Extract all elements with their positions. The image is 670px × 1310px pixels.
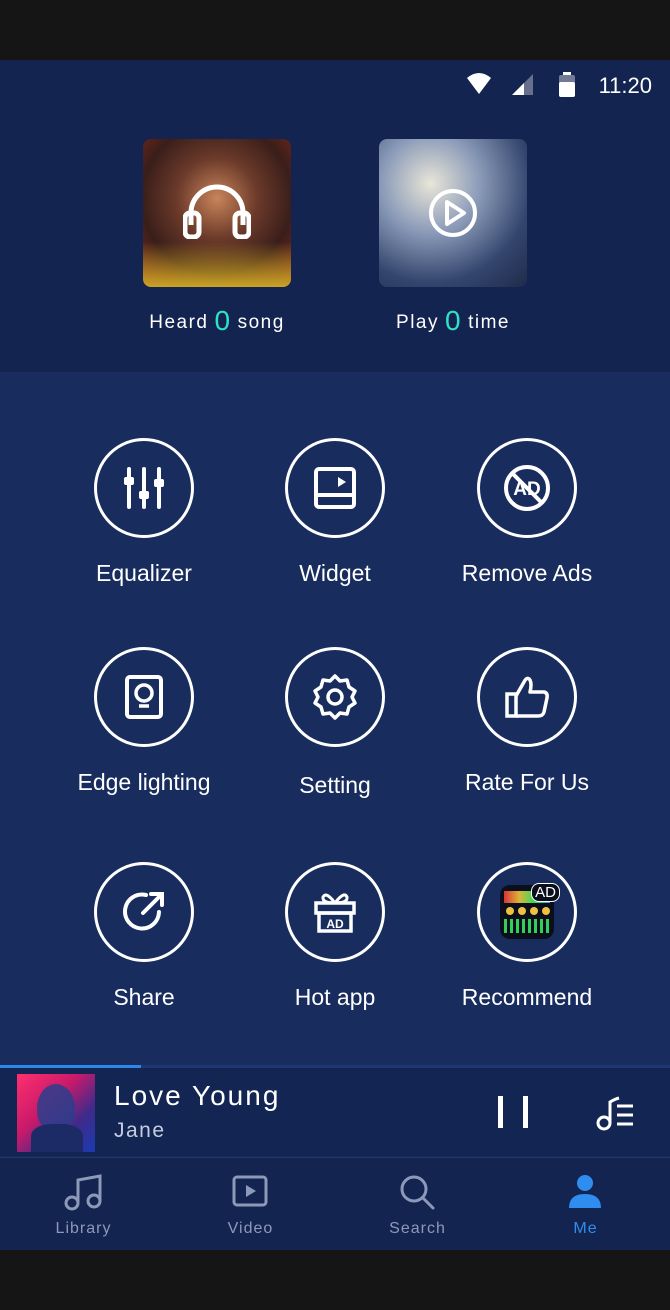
menu-item-rate-for-us[interactable]: Rate For Us bbox=[417, 647, 637, 796]
menu-label-rate-for-us: Rate For Us bbox=[465, 769, 589, 795]
play-thumbnail[interactable] bbox=[379, 139, 527, 287]
menu-item-widget[interactable]: Widget bbox=[225, 438, 445, 587]
status-time: 11:20 bbox=[598, 73, 652, 98]
pause-button[interactable] bbox=[496, 1094, 536, 1130]
lightbulb-icon[interactable] bbox=[94, 647, 194, 747]
tab-search[interactable]: Search bbox=[334, 1158, 501, 1250]
thumbs-up-icon[interactable] bbox=[477, 647, 577, 747]
menu-label-recommend: Recommend bbox=[461, 984, 593, 1010]
tab-label-me: Me bbox=[573, 1220, 598, 1237]
search-icon bbox=[400, 1175, 435, 1210]
status-bar: 11:20 bbox=[0, 60, 670, 110]
recommend-app-icon[interactable]: AD bbox=[477, 862, 577, 962]
heard-suffix: song bbox=[237, 312, 285, 333]
headphones-icon bbox=[183, 184, 251, 239]
tab-label-search: Search bbox=[389, 1220, 446, 1237]
menu-label-edge-lighting: Edge lighting bbox=[77, 769, 211, 795]
menu-label-setting: Setting bbox=[299, 772, 371, 798]
song-title: Love Young bbox=[114, 1080, 281, 1111]
heard-songs-stat[interactable]: Heard 0 song bbox=[107, 139, 327, 337]
menu-label-hot-app: Hot app bbox=[294, 984, 376, 1010]
ad-badge: AD bbox=[531, 883, 560, 902]
heard-label: Heard 0 song bbox=[107, 305, 327, 337]
song-artist: Jane bbox=[114, 1119, 166, 1142]
battery-icon bbox=[558, 72, 576, 103]
play-label: Play 0 time bbox=[343, 305, 563, 337]
playlist-button[interactable] bbox=[595, 1096, 635, 1132]
menu-item-hot-app[interactable]: AD Hot app bbox=[225, 862, 445, 1011]
tab-video[interactable]: Video bbox=[167, 1158, 334, 1250]
menu-item-remove-ads[interactable]: AD Remove Ads bbox=[417, 438, 637, 587]
playlist-icon bbox=[596, 1096, 633, 1131]
play-count: 0 bbox=[444, 305, 463, 336]
menu-item-equalizer[interactable]: Equalizer bbox=[34, 438, 254, 587]
menu-item-edge-lighting[interactable]: Edge lighting bbox=[34, 647, 254, 796]
bottom-tab-bar: Library Video Search Me bbox=[0, 1157, 670, 1250]
heard-count: 0 bbox=[214, 305, 232, 336]
tab-me[interactable]: Me bbox=[502, 1158, 669, 1250]
app-screen: 11:20 Heard 0 song Play 0 time Equalizer… bbox=[0, 60, 670, 1250]
wifi-icon bbox=[466, 72, 492, 101]
tab-label-library: Library bbox=[55, 1220, 112, 1237]
tab-label-video: Video bbox=[227, 1220, 274, 1237]
menu-item-recommend[interactable]: AD Recommend bbox=[417, 862, 637, 1011]
music-note-icon bbox=[64, 1174, 102, 1211]
album-cover[interactable] bbox=[17, 1074, 95, 1152]
menu-item-setting[interactable]: Setting bbox=[225, 647, 445, 799]
share-icon[interactable] bbox=[94, 862, 194, 962]
heard-thumbnail[interactable] bbox=[143, 139, 291, 287]
play-prefix: Play bbox=[396, 312, 439, 333]
stats-header: Heard 0 song Play 0 time bbox=[0, 110, 670, 372]
menu-item-share[interactable]: Share bbox=[34, 862, 254, 1011]
signal-icon bbox=[510, 72, 534, 101]
svg-text:AD: AD bbox=[326, 917, 344, 931]
mini-player[interactable]: Love Young Jane bbox=[0, 1068, 670, 1156]
menu-label-share: Share bbox=[113, 984, 175, 1010]
video-icon bbox=[232, 1175, 268, 1207]
heard-prefix: Heard bbox=[149, 312, 209, 333]
play-times-stat[interactable]: Play 0 time bbox=[343, 139, 563, 337]
menu-label-equalizer: Equalizer bbox=[96, 560, 192, 586]
equalizer-icon[interactable] bbox=[94, 438, 194, 538]
tab-library[interactable]: Library bbox=[0, 1158, 167, 1250]
gear-icon[interactable] bbox=[285, 647, 385, 747]
widget-icon[interactable] bbox=[285, 438, 385, 538]
menu-label-remove-ads: Remove Ads bbox=[461, 560, 593, 586]
play-circle-icon bbox=[429, 189, 477, 237]
person-icon bbox=[569, 1175, 601, 1208]
gift-ad-icon[interactable]: AD bbox=[285, 862, 385, 962]
pause-icon bbox=[498, 1096, 528, 1128]
play-suffix: time bbox=[468, 312, 510, 333]
menu-label-widget: Widget bbox=[299, 560, 371, 586]
no-ads-icon[interactable]: AD bbox=[477, 438, 577, 538]
